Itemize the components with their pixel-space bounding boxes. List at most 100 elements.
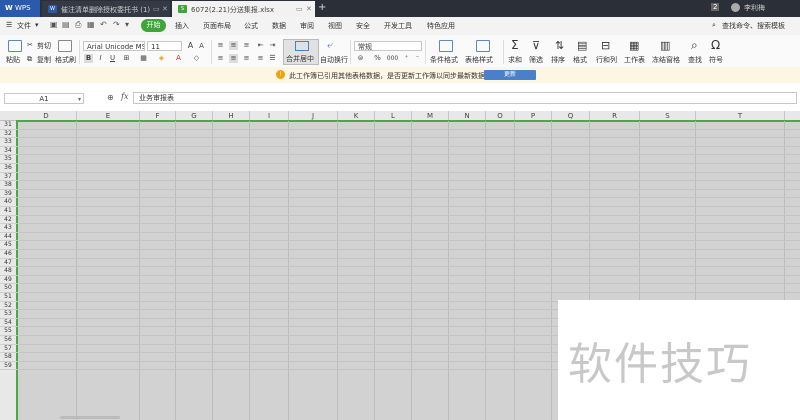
tab-page-layout[interactable]: 页面布局 xyxy=(203,21,231,31)
tab-insert[interactable]: 插入 xyxy=(175,21,189,31)
font-name-select[interactable]: Arial Unicode MS xyxy=(83,41,145,51)
undo-icon[interactable]: ↶ xyxy=(100,20,107,29)
row-col-icon[interactable]: ⊟ xyxy=(601,39,610,52)
window-count-badge[interactable]: 2 xyxy=(711,3,720,11)
update-button[interactable]: 更新 xyxy=(484,70,536,80)
find-button[interactable]: 查找 xyxy=(688,55,702,65)
row-header-39[interactable]: 39 xyxy=(0,190,16,199)
chevron-down-icon[interactable]: ▾ xyxy=(125,20,129,29)
grow-font-icon[interactable]: A xyxy=(186,41,195,50)
worksheet-button[interactable]: 工作表 xyxy=(624,55,645,65)
horizontal-scrollbar[interactable] xyxy=(60,416,120,419)
row-header-53[interactable]: 53 xyxy=(0,310,16,319)
row-header-40[interactable]: 40 xyxy=(0,198,16,207)
row-header-32[interactable]: 32 xyxy=(0,130,16,139)
worksheet-icon[interactable]: ▦ xyxy=(629,39,639,52)
tab-formulas[interactable]: 公式 xyxy=(244,21,258,31)
decimal-increase-icon[interactable]: ⁺ xyxy=(402,54,411,63)
align-middle-icon[interactable]: ≡ xyxy=(229,41,238,50)
bold-button[interactable]: B xyxy=(84,54,93,63)
indent-decrease-icon[interactable]: ⇤ xyxy=(256,41,265,50)
align-left-icon[interactable]: ≡ xyxy=(216,54,225,63)
document-tab-writer[interactable]: W 催注清单删除授权委托书 (1) ▭ ✕ xyxy=(42,1,170,17)
tab-home[interactable]: 开始 xyxy=(141,19,166,32)
paste-icon[interactable] xyxy=(8,40,22,52)
pin-icon[interactable]: ▭ xyxy=(296,5,303,13)
chevron-down-icon[interactable]: ▾ xyxy=(78,94,81,105)
format-button[interactable]: 格式 xyxy=(573,55,587,65)
decimal-decrease-icon[interactable]: ⁻ xyxy=(413,54,422,63)
row-header-49[interactable]: 49 xyxy=(0,276,16,285)
symbol-icon[interactable]: Ω xyxy=(711,38,720,52)
close-icon[interactable]: ✕ xyxy=(306,5,312,13)
row-header-43[interactable]: 43 xyxy=(0,224,16,233)
row-header-44[interactable]: 44 xyxy=(0,233,16,242)
row-header-58[interactable]: 58 xyxy=(0,353,16,362)
tab-view[interactable]: 视图 xyxy=(328,21,342,31)
save-icon[interactable]: ▣ xyxy=(50,20,58,29)
tab-security[interactable]: 安全 xyxy=(356,21,370,31)
align-center-icon[interactable]: ≡ xyxy=(229,54,238,63)
auto-wrap-button[interactable]: 自动换行 xyxy=(320,55,348,65)
table-style-icon[interactable] xyxy=(476,40,490,52)
chevron-down-icon[interactable]: ▾ xyxy=(35,21,39,29)
row-header-46[interactable]: 46 xyxy=(0,250,16,259)
percent-button[interactable]: % xyxy=(373,54,382,63)
file-menu[interactable]: 文件 xyxy=(17,21,31,31)
freeze-panes-icon[interactable]: ▥ xyxy=(660,39,670,52)
tab-review[interactable]: 审阅 xyxy=(300,21,314,31)
format-painter-button[interactable]: 格式刷 xyxy=(55,55,76,65)
row-header-59[interactable]: 59 xyxy=(0,362,16,371)
merge-center-button[interactable]: 合并居中 xyxy=(283,39,319,65)
scissors-icon[interactable]: ✂ xyxy=(27,41,33,49)
close-icon[interactable]: ✕ xyxy=(162,5,168,13)
clear-format-icon[interactable]: ◇ xyxy=(192,54,201,63)
freeze-panes-button[interactable]: 冻结窗格 xyxy=(652,55,680,65)
row-header-52[interactable]: 52 xyxy=(0,302,16,311)
row-header-48[interactable]: 48 xyxy=(0,267,16,276)
row-header-54[interactable]: 54 xyxy=(0,319,16,328)
insert-function-icon[interactable]: fx xyxy=(121,92,128,101)
row-header-51[interactable]: 51 xyxy=(0,293,16,302)
row-header-57[interactable]: 57 xyxy=(0,345,16,354)
conditional-format-icon[interactable] xyxy=(439,40,453,52)
shrink-font-icon[interactable]: A xyxy=(197,42,206,51)
user-name[interactable]: 李利梅 xyxy=(744,3,765,13)
print-icon[interactable]: ⎙ xyxy=(75,20,81,30)
italic-button[interactable]: I xyxy=(96,54,105,63)
row-header-37[interactable]: 37 xyxy=(0,173,16,182)
font-color-icon[interactable]: A xyxy=(174,54,183,63)
cut-button[interactable]: 剪切 xyxy=(37,41,51,51)
row-header-35[interactable]: 35 xyxy=(0,155,16,164)
avatar[interactable] xyxy=(731,3,740,12)
row-header-41[interactable]: 41 xyxy=(0,207,16,216)
document-tab-spreadsheet[interactable]: S 6072(2.21)分送集报.xlsx ▭ ✕ xyxy=(172,1,315,17)
row-header-33[interactable]: 33 xyxy=(0,138,16,147)
find-icon[interactable]: ⌕ xyxy=(691,38,698,53)
row-header-50[interactable]: 50 xyxy=(0,284,16,293)
align-top-icon[interactable]: ≡ xyxy=(216,41,225,50)
hamburger-icon[interactable]: ☰ xyxy=(6,21,12,29)
row-header-56[interactable]: 56 xyxy=(0,336,16,345)
row-header-31[interactable]: 31 xyxy=(0,121,16,130)
search-icon[interactable]: ⌕ xyxy=(712,21,716,30)
align-right-icon[interactable]: ≡ xyxy=(242,54,251,63)
zoom-search-icon[interactable]: ⊕ xyxy=(107,93,114,102)
row-header-36[interactable]: 36 xyxy=(0,164,16,173)
sum-icon[interactable]: Σ xyxy=(511,38,519,52)
name-box[interactable]: A1 ▾ xyxy=(4,93,84,104)
symbol-button[interactable]: 符号 xyxy=(709,55,723,65)
new-tab-button[interactable]: + xyxy=(318,2,326,13)
row-header-55[interactable]: 55 xyxy=(0,327,16,336)
export-pdf-icon[interactable]: ▤ xyxy=(62,20,70,29)
sort-button[interactable]: 排序 xyxy=(551,55,565,65)
row-header-47[interactable]: 47 xyxy=(0,259,16,268)
row-header-42[interactable]: 42 xyxy=(0,216,16,225)
format-icon[interactable]: ▤ xyxy=(577,39,587,52)
distributed-icon[interactable]: ☰ xyxy=(268,54,277,63)
border-icon[interactable]: ⊞ xyxy=(122,54,131,63)
formula-input[interactable]: 业务审报表 xyxy=(133,92,797,104)
align-bottom-icon[interactable]: ≡ xyxy=(242,41,251,50)
tab-special-apps[interactable]: 特色应用 xyxy=(427,21,455,31)
format-painter-icon[interactable] xyxy=(58,40,72,52)
